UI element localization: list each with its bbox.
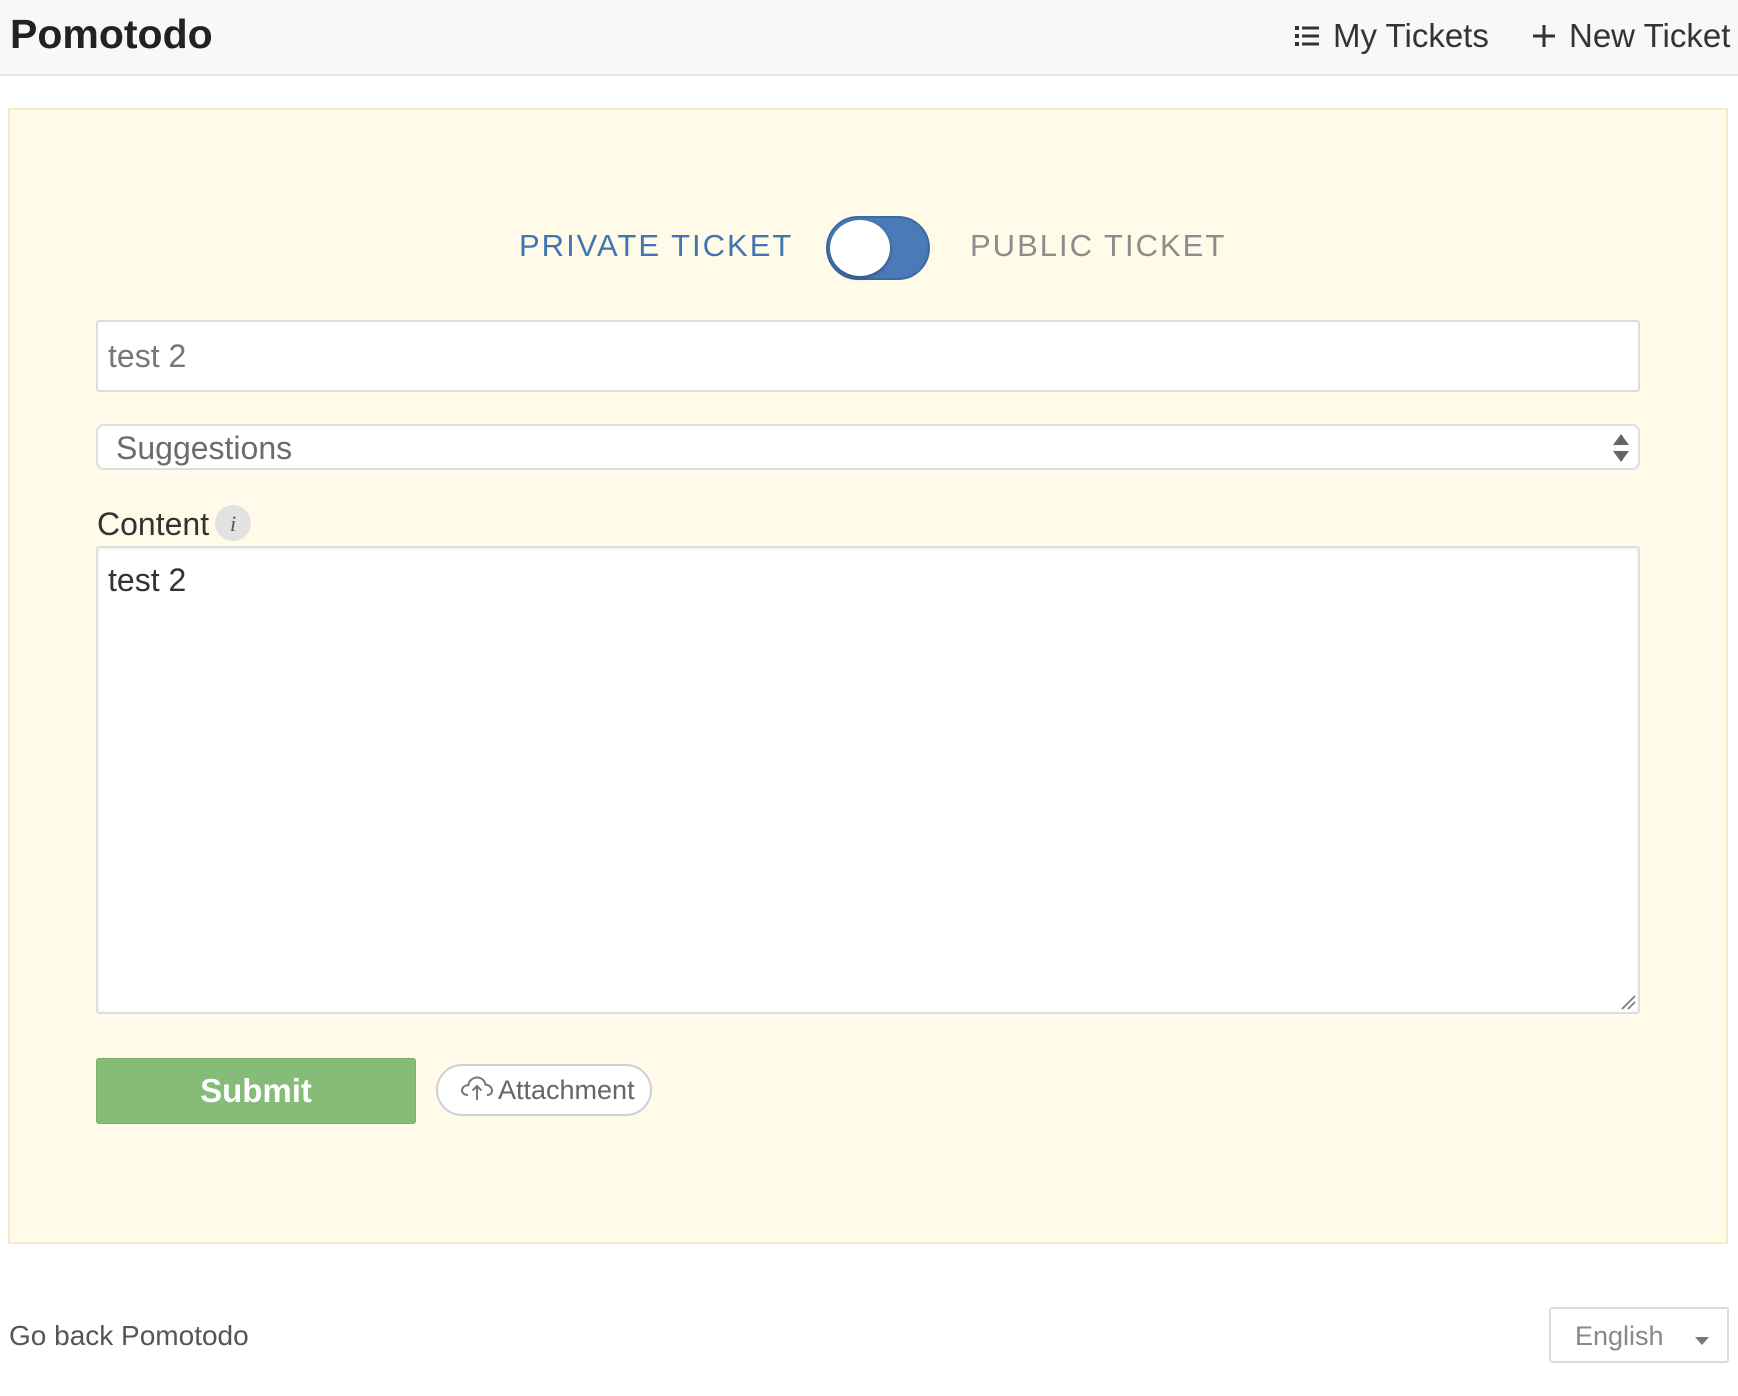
list-icon <box>1295 26 1319 46</box>
brand-logo[interactable]: Pomotodo <box>10 10 213 58</box>
public-ticket-label[interactable]: PUBLIC TICKET <box>970 226 1226 266</box>
content-textarea-value: test 2 <box>108 562 187 598</box>
category-select-value: Suggestions <box>116 430 293 466</box>
top-navbar: Pomotodo My Tickets New Ticket <box>0 0 1738 76</box>
category-select[interactable]: Suggestions <box>96 424 1640 470</box>
attachment-button-label: Attachment <box>498 1074 635 1105</box>
caret-down-icon <box>1695 1332 1709 1345</box>
nav-my-tickets[interactable]: My Tickets <box>1295 14 1489 58</box>
content-textarea[interactable]: test 2 <box>96 546 1640 1014</box>
info-icon[interactable]: i <box>215 505 251 541</box>
content-label: Content <box>97 506 210 542</box>
attachment-button[interactable]: Attachment <box>436 1064 652 1116</box>
nav-new-ticket[interactable]: New Ticket <box>1533 14 1730 58</box>
ticket-title-input[interactable] <box>96 320 1640 392</box>
toggle-knob <box>830 220 890 276</box>
cloud-upload-icon <box>460 1074 494 1107</box>
resize-handle-icon[interactable] <box>1620 994 1636 1010</box>
select-arrows-icon <box>1612 432 1630 464</box>
language-select[interactable]: English <box>1549 1307 1729 1363</box>
plus-icon <box>1533 25 1555 47</box>
private-ticket-label[interactable]: PRIVATE TICKET <box>519 226 793 266</box>
nav-new-ticket-label: New Ticket <box>1569 17 1731 54</box>
go-back-link[interactable]: Go back Pomotodo <box>9 1318 249 1354</box>
visibility-toggle[interactable] <box>826 216 930 280</box>
nav-my-tickets-label: My Tickets <box>1333 17 1489 54</box>
language-select-value: English <box>1575 1321 1664 1351</box>
submit-button[interactable]: Submit <box>96 1058 416 1124</box>
